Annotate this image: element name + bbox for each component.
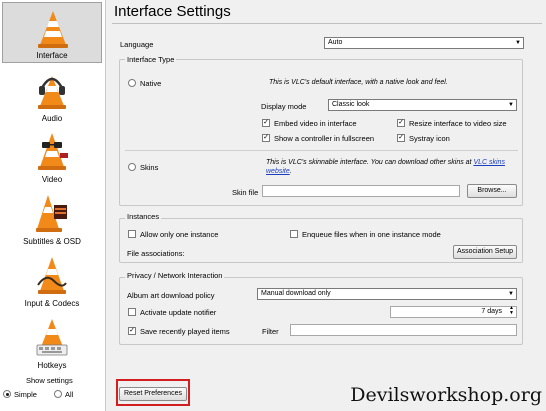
resize-interface-checkbox[interactable]: ✓: [397, 119, 405, 127]
one-instance-label: Allow only one instance: [140, 230, 219, 239]
hotkeys-keyboard-icon: [36, 319, 68, 356]
simple-radio[interactable]: [3, 390, 11, 398]
sidebar-item-label: Input & Codecs: [24, 299, 80, 308]
watermark: Devilsworkshop.org: [350, 384, 542, 406]
embed-video-checkbox[interactable]: ✓: [262, 119, 270, 127]
show-controller-checkbox[interactable]: ✓: [262, 134, 270, 142]
filter-input[interactable]: [290, 324, 517, 336]
association-setup-button[interactable]: Association Setup: [453, 245, 517, 259]
spin-arrows-icon[interactable]: ▲ ▼: [509, 306, 514, 316]
chevron-down-icon: ▼: [515, 40, 521, 46]
simple-label: Simple: [14, 390, 37, 399]
chevron-down-icon: ▼: [508, 291, 514, 297]
audio-headphones-icon: [38, 76, 66, 109]
save-recent-label: Save recently played items: [140, 327, 230, 336]
album-art-value: Manual download only: [261, 290, 331, 297]
sidebar-item-video[interactable]: Video: [2, 125, 102, 186]
save-recent-checkbox[interactable]: ✓: [128, 327, 136, 335]
sidebar-item-audio[interactable]: Audio: [2, 64, 102, 125]
show-controller-label: Show a controller in fullscreen: [274, 134, 375, 143]
language-select[interactable]: Auto ▼: [324, 37, 524, 49]
skins-description-text: This is VLC's skinnable interface. You c…: [266, 159, 474, 166]
update-notifier-checkbox[interactable]: [128, 308, 136, 316]
subtitles-sign-icon: [36, 195, 67, 232]
sidebar-item-input-codecs[interactable]: Input & Codecs: [2, 249, 102, 310]
all-label: All: [65, 390, 74, 399]
chevron-down-icon: ▼: [508, 102, 514, 108]
one-instance-checkbox[interactable]: [128, 230, 136, 238]
reset-preferences-button[interactable]: Reset Preferences: [119, 387, 187, 401]
display-mode-label: Display mode: [261, 102, 307, 111]
language-value: Auto: [328, 39, 343, 46]
display-mode-select[interactable]: Classic look ▼: [328, 99, 517, 111]
sidebar-item-hotkeys[interactable]: Hotkeys: [2, 311, 102, 372]
file-associations-label: File associations:: [127, 249, 185, 258]
sidebar-item-label: Hotkeys: [37, 361, 67, 370]
page-title: Interface Settings: [114, 3, 231, 20]
show-settings-label: Show settings: [26, 376, 73, 385]
skins-description-end: .: [289, 168, 292, 175]
enqueue-checkbox[interactable]: [290, 230, 298, 238]
language-label: Language: [120, 40, 154, 49]
interface-type-divider: [125, 150, 518, 151]
skins-label: Skins: [140, 163, 159, 172]
skin-file-input[interactable]: [262, 185, 460, 197]
vlc-cone-icon: [38, 11, 68, 48]
album-art-label: Album art download policy: [127, 291, 215, 300]
skin-file-label: Skin file: [232, 188, 259, 197]
systray-checkbox[interactable]: ✓: [397, 134, 405, 142]
sidebar-item-label: Interface: [36, 51, 68, 60]
instances-title: Instances: [125, 212, 162, 221]
display-mode-value: Classic look: [332, 101, 370, 108]
update-days-spinbox[interactable]: 7 days ▲ ▼: [390, 306, 517, 318]
native-label: Native: [140, 79, 162, 88]
privacy-title: Privacy / Network Interaction: [125, 271, 225, 280]
album-art-select[interactable]: Manual download only ▼: [257, 288, 517, 300]
title-divider: [112, 23, 542, 24]
category-sidebar: Interface Audio Video Subtitles & OSD In…: [0, 0, 106, 411]
enqueue-label: Enqueue files when in one instance mode: [302, 230, 441, 239]
sidebar-item-label: Subtitles & OSD: [23, 237, 81, 246]
input-cable-icon: [37, 257, 67, 294]
sidebar-item-label: Video: [41, 175, 63, 184]
show-settings-group: Show settings Simple All: [0, 374, 106, 411]
sidebar-item-interface[interactable]: Interface: [2, 2, 102, 63]
systray-label: Systray icon: [409, 134, 450, 143]
skins-description: This is VLC's skinnable interface. You c…: [266, 158, 516, 176]
video-glasses-icon: [38, 133, 68, 170]
browse-button[interactable]: Browse...: [467, 184, 517, 198]
update-notifier-label: Activate update notifier: [140, 308, 217, 317]
update-days-value: 7 days: [481, 308, 502, 315]
native-description: This is VLC's default interface, with a …: [269, 79, 448, 86]
sidebar-item-subtitles-osd[interactable]: Subtitles & OSD: [2, 187, 102, 248]
all-radio[interactable]: [54, 390, 62, 398]
skins-radio[interactable]: [128, 163, 136, 171]
native-radio[interactable]: [128, 79, 136, 87]
resize-interface-label: Resize interface to video size: [409, 119, 507, 128]
sidebar-item-label: Audio: [41, 114, 63, 123]
interface-type-title: Interface Type: [125, 55, 177, 64]
embed-video-label: Embed video in interface: [274, 119, 357, 128]
filter-label: Filter: [262, 327, 279, 336]
